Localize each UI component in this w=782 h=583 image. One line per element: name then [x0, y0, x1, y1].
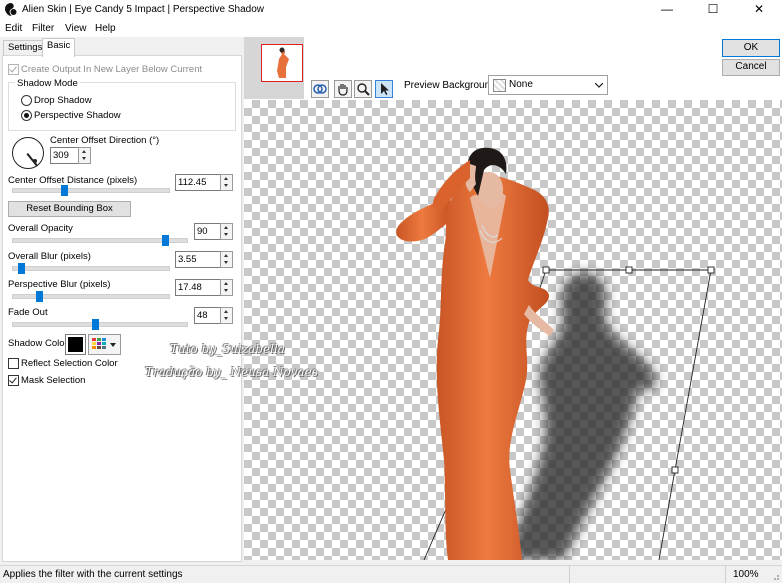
close-button[interactable]: ✕: [736, 0, 782, 20]
palette-grid-icon: [92, 338, 106, 349]
status-message: Applies the filter with the current sett…: [3, 569, 183, 580]
center-offset-distance-slider-track[interactable]: [12, 188, 170, 193]
fade-out-label: Fade Out: [8, 307, 48, 318]
mask-selection-checkbox[interactable]: [8, 375, 19, 386]
maximize-button[interactable]: ☐: [690, 0, 736, 20]
preview-canvas[interactable]: [244, 100, 782, 560]
cancel-button[interactable]: Cancel: [722, 59, 780, 76]
tab-basic[interactable]: Basic: [42, 38, 76, 57]
direction-dial[interactable]: [12, 137, 44, 169]
drop-shadow-label: Drop Shadow: [34, 95, 92, 106]
minimize-button[interactable]: —: [644, 0, 690, 20]
title-bar: Alien Skin | Eye Candy 5 Impact | Perspe…: [0, 0, 782, 20]
overall-opacity-spinner[interactable]: [220, 223, 233, 240]
hand-icon: [338, 84, 348, 96]
center-offset-direction-spinner[interactable]: [78, 147, 91, 164]
menu-view[interactable]: View: [65, 23, 87, 34]
overall-blur-label: Overall Blur (pixels): [8, 251, 91, 262]
shadow-mode-label: Shadow Mode: [15, 78, 80, 89]
perspective-shadow-radio[interactable]: [21, 110, 32, 121]
preview-background-value: None: [509, 79, 533, 90]
overall-opacity-field[interactable]: 90: [194, 223, 221, 240]
reflect-selection-color-label: Reflect Selection Color: [21, 358, 118, 369]
perspective-blur-field[interactable]: 17.48: [175, 279, 221, 296]
center-offset-direction-label: Center Offset Direction (°): [50, 135, 160, 146]
chevron-down-icon: [595, 83, 603, 88]
center-offset-distance-field[interactable]: 112.45: [175, 174, 221, 191]
overall-opacity-label: Overall Opacity: [8, 223, 73, 234]
mask-selection-label: Mask Selection: [21, 375, 86, 386]
center-offset-distance-slider-thumb[interactable]: [61, 185, 69, 196]
zoom-level: 100%: [733, 569, 759, 580]
perspective-blur-label: Perspective Blur (pixels): [8, 279, 111, 290]
navigator-woman-thumbnail: [277, 47, 289, 78]
eye-toggle-icon: [313, 84, 327, 94]
menu-filter[interactable]: Filter: [32, 23, 54, 34]
overall-blur-spinner[interactable]: [220, 251, 233, 268]
navigator-viewport-frame[interactable]: [261, 44, 303, 82]
perspective-blur-spinner[interactable]: [220, 279, 233, 296]
center-offset-distance-spinner[interactable]: [220, 174, 233, 191]
menu-edit[interactable]: Edit: [5, 23, 22, 34]
reflect-selection-color-checkbox[interactable]: [8, 358, 19, 369]
watermark-line-2: Tradução by_ Neusa Novaes: [145, 365, 318, 379]
resize-grip-icon: [774, 575, 779, 580]
reset-bounding-box-button[interactable]: Reset Bounding Box: [8, 201, 131, 217]
preview-background-dropdown[interactable]: None: [488, 75, 608, 95]
drop-shadow-radio[interactable]: [21, 95, 32, 106]
chevron-down-icon: [110, 343, 116, 347]
color-palette-dropdown[interactable]: [88, 334, 121, 355]
perspective-blur-slider-thumb[interactable]: [35, 291, 43, 302]
overall-blur-slider-track[interactable]: [12, 266, 170, 271]
perspective-shadow-label: Perspective Shadow: [34, 110, 121, 121]
watermark-line-1: Tuto by_Suizabella: [170, 342, 285, 356]
overall-blur-field[interactable]: 3.55: [175, 251, 221, 268]
center-offset-distance-label: Center Offset Distance (pixels): [8, 175, 138, 186]
hand-tool-button[interactable]: [334, 80, 352, 98]
shadow-color-swatch[interactable]: [65, 334, 86, 355]
shadow-mode-group: [8, 82, 236, 131]
status-bar: Applies the filter with the current sett…: [0, 565, 782, 583]
fade-out-spinner[interactable]: [220, 307, 233, 324]
create-output-checkbox[interactable]: [8, 64, 19, 75]
alien-skin-logo-icon: [5, 3, 17, 16]
preview-image: [396, 147, 715, 560]
menu-help[interactable]: Help: [95, 23, 116, 34]
center-offset-direction-field[interactable]: 309: [50, 147, 79, 164]
preview-toggle-button[interactable]: [311, 80, 329, 98]
ok-button[interactable]: OK: [722, 39, 780, 57]
create-output-label: Create Output In New Layer Below Current: [21, 64, 203, 75]
overall-blur-slider-thumb[interactable]: [17, 263, 25, 274]
pointer-tool-button[interactable]: [375, 80, 393, 98]
none-background-icon: [493, 79, 506, 92]
fade-out-field[interactable]: 48: [194, 307, 221, 324]
shadow-color-label: Shadow Color: [8, 338, 68, 349]
window-title: Alien Skin | Eye Candy 5 Impact | Perspe…: [22, 4, 264, 15]
fade-out-slider-thumb[interactable]: [92, 319, 100, 330]
fade-out-slider-track[interactable]: [12, 322, 188, 327]
menu-bar: Edit Filter View Help: [0, 20, 782, 37]
preview-background-label: Preview Background:: [404, 80, 499, 91]
overall-opacity-slider-thumb[interactable]: [162, 235, 170, 246]
zoom-icon: [357, 83, 370, 96]
pointer-icon: [381, 83, 389, 95]
zoom-tool-button[interactable]: [354, 80, 372, 98]
